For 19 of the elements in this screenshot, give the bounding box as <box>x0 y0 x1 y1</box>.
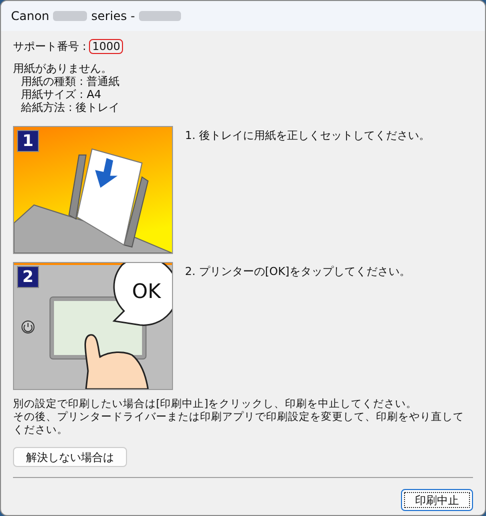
help-button[interactable]: 解決しない場合は <box>13 447 127 467</box>
error-message: 用紙がありません。 <box>13 62 113 75</box>
paper-detail: 給紙方法 : 後トレイ <box>20 101 121 114</box>
window-title: Canon <box>11 9 50 23</box>
paper-detail: 用紙サイズ : A4 <box>20 88 102 101</box>
step-number: 2 <box>17 266 39 288</box>
step-instruction: 1. 後トレイに用紙を正しくセットしてください。 <box>185 128 430 144</box>
blurred-text <box>53 11 88 21</box>
speech-bubble-text: OK <box>132 281 161 301</box>
window-title: series - <box>91 9 135 23</box>
support-code: 1000 <box>89 39 124 54</box>
blurred-text <box>138 11 181 21</box>
paper-detail: 用紙の種類 : 普通紙 <box>20 75 121 88</box>
step-instruction: 2. プリンターの[OK]をタップしてください。 <box>185 264 410 280</box>
support-number-label: サポート番号 : <box>13 39 86 54</box>
cancel-print-button[interactable]: 印刷中止 <box>401 489 473 511</box>
note-text: その後、プリンタードライバーまたは印刷アプリで印刷設定を変更して、印刷をやり直してください。 <box>13 411 465 437</box>
step-number: 1 <box>17 130 39 152</box>
note-text: 別の設定で印刷したい場合は[印刷中止]をクリックし、印刷を中止してください。 <box>13 398 418 411</box>
